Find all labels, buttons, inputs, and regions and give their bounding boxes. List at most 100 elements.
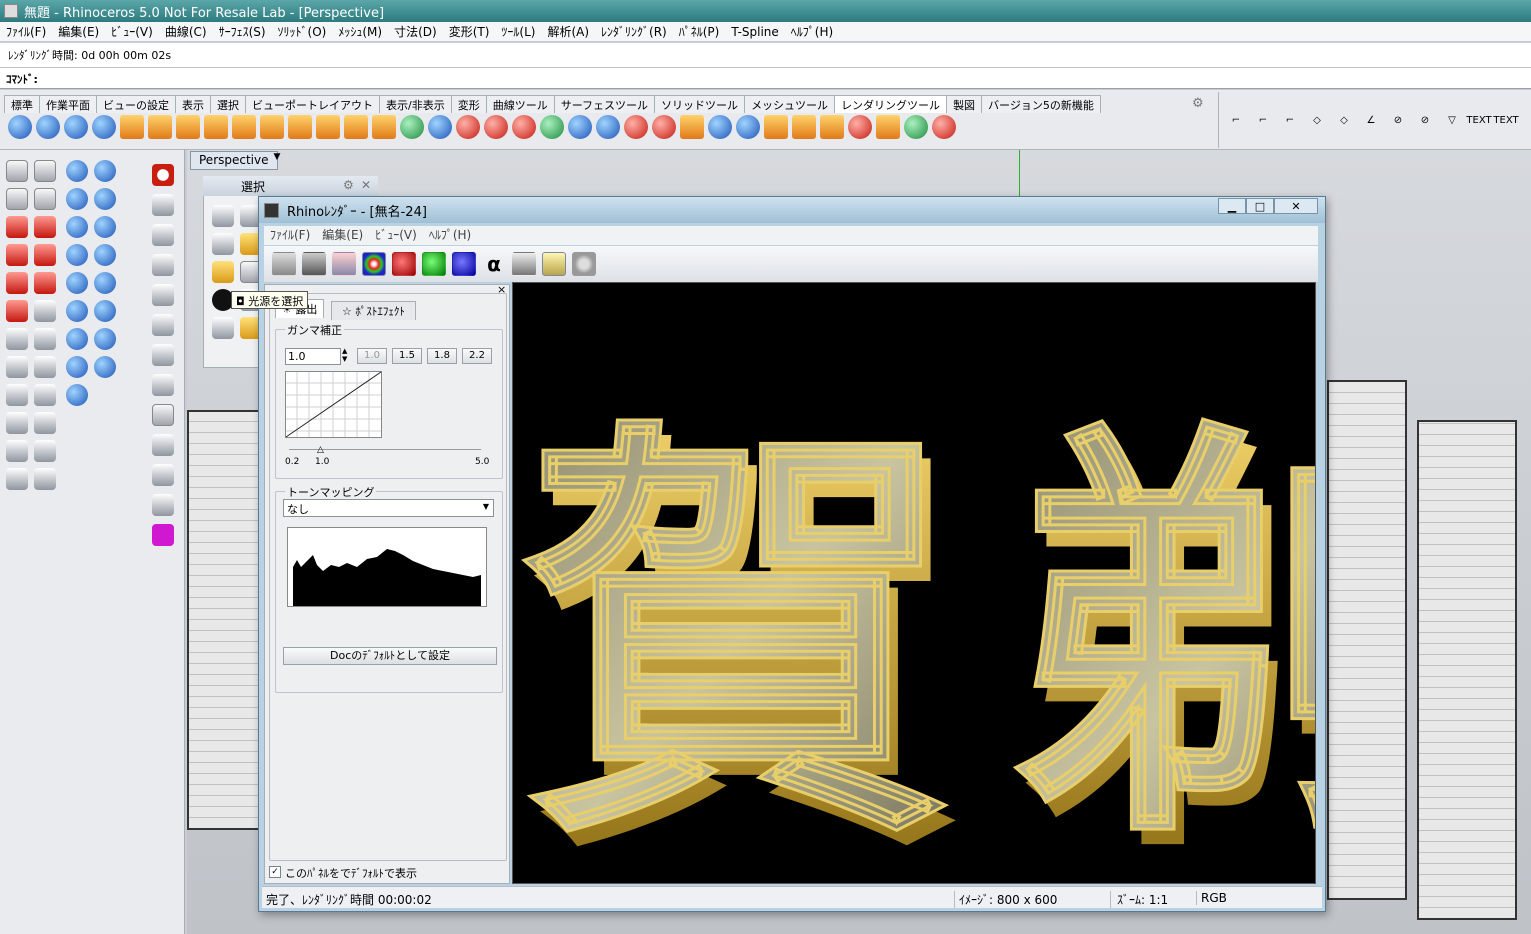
select-points-icon[interactable] [212, 233, 234, 255]
offset-icon[interactable] [6, 412, 28, 434]
render-icon[interactable] [8, 115, 32, 139]
gear-purple-icon[interactable] [152, 524, 174, 546]
dim-angle-icon[interactable]: ∠ [1360, 110, 1382, 130]
tab-surface-tools[interactable]: サーフェスツール [553, 95, 656, 113]
z-buffer-icon[interactable] [512, 252, 536, 276]
arc-icon[interactable] [6, 300, 28, 322]
brush-icon[interactable] [152, 464, 174, 486]
stop-icon[interactable] [572, 252, 596, 276]
helix-icon[interactable] [34, 272, 56, 294]
tab-render-tools[interactable]: レンダリングツール [834, 95, 948, 113]
cube-view-icon[interactable] [152, 314, 174, 336]
record-icon[interactable] [932, 115, 956, 139]
magic-wand-icon[interactable] [542, 252, 566, 276]
menu-view[interactable]: ﾋﾞｭｰ(V) [105, 23, 159, 40]
pipe-icon[interactable] [66, 356, 88, 378]
maximize-button[interactable]: □ [1246, 198, 1274, 214]
cube-perspective-icon[interactable] [152, 404, 174, 426]
render-window-icon[interactable] [64, 115, 88, 139]
menu-transform[interactable]: 変形(T) [443, 23, 496, 40]
menu-mesh[interactable]: ﾒｯｼｭ(M) [332, 23, 388, 40]
tab-visibility[interactable]: 表示/非表示 [379, 95, 452, 113]
chamfer-icon[interactable] [34, 328, 56, 350]
menu-render[interactable]: ﾚﾝﾀﾞﾘﾝｸﾞ(R) [595, 23, 673, 40]
red-channel-icon[interactable] [392, 252, 416, 276]
material-match-icon[interactable] [484, 115, 508, 139]
cone-icon[interactable] [66, 272, 88, 294]
tab-select[interactable]: 選択 [210, 95, 246, 113]
materials-icon[interactable] [400, 115, 424, 139]
render-menu-help[interactable]: ﾍﾙﾌﾟ(H) [429, 226, 471, 245]
people-icon[interactable] [272, 252, 296, 276]
axes-icon[interactable] [152, 284, 174, 306]
move-icon[interactable] [6, 440, 28, 462]
select-all-icon[interactable] [212, 205, 234, 227]
point-icon[interactable] [6, 188, 28, 210]
play-icon[interactable] [904, 115, 928, 139]
menu-edit[interactable]: 編集(E) [52, 23, 105, 40]
pyramid-solid-icon[interactable] [94, 272, 116, 294]
folder-icon[interactable] [820, 115, 844, 139]
box-select-icon[interactable] [34, 188, 56, 210]
ground-plane-icon[interactable] [596, 115, 620, 139]
light-off-icon[interactable] [372, 115, 396, 139]
linear-light-icon[interactable] [260, 115, 284, 139]
select-chain-icon[interactable] [212, 317, 234, 339]
light-select-icon[interactable] [316, 115, 340, 139]
pyramid-icon[interactable] [66, 300, 88, 322]
fillet-icon[interactable] [6, 384, 28, 406]
line-icon[interactable] [34, 216, 56, 238]
menu-panels[interactable]: ﾊﾟﾈﾙ(P) [673, 23, 726, 40]
blend-icon[interactable] [34, 356, 56, 378]
gear-render-icon[interactable] [848, 115, 872, 139]
cube-front-icon[interactable] [152, 344, 174, 366]
tube-icon[interactable] [94, 188, 116, 210]
directional-light-icon[interactable] [204, 115, 228, 139]
polygon-icon[interactable] [6, 356, 28, 378]
ellipsoid-icon[interactable] [66, 216, 88, 238]
decal-icon[interactable] [624, 115, 648, 139]
dim-linear-icon[interactable]: ⌐ [1225, 110, 1247, 130]
environment-icon[interactable] [568, 115, 592, 139]
globe-icon[interactable] [152, 224, 174, 246]
circle-icon[interactable] [6, 272, 28, 294]
scale-icon[interactable] [34, 440, 56, 462]
tab-transform[interactable]: 変形 [450, 95, 487, 113]
text-block-icon[interactable]: TEXT [1493, 110, 1518, 130]
dim-leader-icon[interactable]: ▽ [1441, 110, 1463, 130]
torus-icon[interactable] [66, 328, 88, 350]
box-solid-icon[interactable] [66, 160, 88, 182]
blue-channel-icon[interactable] [452, 252, 476, 276]
ellipse-icon[interactable] [34, 244, 56, 266]
rendered-image[interactable]: 賀 賀 剃 剃 [512, 282, 1316, 884]
menu-help[interactable]: ﾍﾙﾌﾟ(H) [785, 23, 839, 40]
render-settings-icon[interactable] [120, 115, 144, 139]
alpha-channel-icon[interactable]: α [482, 252, 506, 276]
truncated-cone-icon[interactable] [94, 244, 116, 266]
viewport-tab[interactable]: Perspective [190, 151, 278, 170]
rgb-channels-icon[interactable] [362, 252, 386, 276]
material-assign-icon[interactable] [456, 115, 480, 139]
close-button[interactable]: ✕ [1274, 198, 1318, 214]
spotlight-icon[interactable] [148, 115, 172, 139]
rectangular-light-icon[interactable] [232, 115, 256, 139]
dim-arc-icon[interactable]: ⊘ [1414, 110, 1436, 130]
light-panel-icon[interactable] [344, 115, 368, 139]
skylight-icon[interactable] [680, 115, 704, 139]
minimize-button[interactable]: ▁ [1218, 198, 1246, 214]
render-menu-edit[interactable]: 編集(E) [322, 226, 363, 245]
text-icon[interactable]: TEXT [1466, 110, 1491, 130]
menu-file[interactable]: ﾌｧｲﾙ(F) [0, 23, 52, 40]
polyline-icon[interactable] [6, 216, 28, 238]
panel-gear-icon[interactable]: ⚙ [343, 178, 354, 192]
show-default-checkbox[interactable]: ✓ [269, 866, 281, 878]
curve-icon[interactable] [6, 244, 28, 266]
crop-icon[interactable] [152, 494, 174, 516]
tab-set-view[interactable]: ビューの設定 [96, 95, 176, 113]
checker-icon[interactable] [708, 115, 732, 139]
rotate-icon[interactable] [6, 468, 28, 490]
menu-analyze[interactable]: 解析(A) [541, 23, 595, 40]
light-edit-icon[interactable] [288, 115, 312, 139]
cube-right-icon[interactable] [152, 374, 174, 396]
trim-icon[interactable] [34, 384, 56, 406]
